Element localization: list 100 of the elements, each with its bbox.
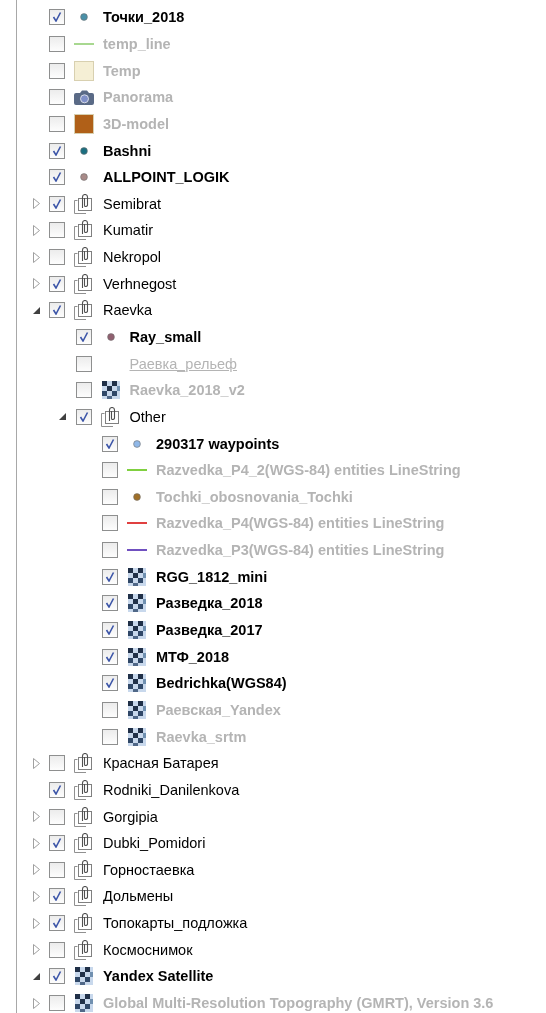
stacked-pages-icon [100, 406, 121, 427]
checker-icon [128, 594, 146, 613]
layer-name[interactable]: Bashni [103, 142, 152, 159]
stacked-pages-icon [74, 859, 94, 880]
expand-arrow-icon[interactable] [32, 811, 40, 823]
checkbox[interactable] [49, 9, 65, 26]
checkbox[interactable] [49, 781, 65, 798]
stacked-pages-icon [74, 753, 94, 774]
expand-arrow-icon[interactable] [32, 757, 40, 769]
layer-name[interactable]: Rodniki_Danilenkova [103, 781, 240, 798]
check-mark-icon [52, 12, 62, 23]
checkbox[interactable] [102, 728, 118, 745]
checkbox[interactable] [102, 435, 118, 452]
expand-arrow-icon[interactable] [32, 837, 40, 849]
checkbox[interactable] [49, 755, 65, 772]
checkbox[interactable] [49, 808, 65, 825]
collapse-arrow-icon[interactable] [32, 306, 40, 314]
checkbox[interactable] [75, 408, 92, 425]
layer-name[interactable]: Космоснимок [103, 941, 193, 958]
layer-name[interactable]: Verhnegost [103, 275, 177, 292]
checkbox[interactable] [102, 675, 118, 692]
layer-name[interactable]: 290317 waypoints [156, 435, 280, 452]
checkbox[interactable] [102, 701, 118, 718]
expand-arrow-icon[interactable] [32, 944, 40, 956]
checker-icon [75, 967, 93, 986]
layer-name[interactable]: Разведка_2018 [156, 595, 263, 612]
layer-name[interactable]: Точки_2018 [103, 9, 185, 26]
checkbox[interactable] [49, 35, 65, 52]
checkbox[interactable] [102, 568, 118, 585]
layer-name[interactable]: RGG_1812_mini [156, 568, 268, 585]
check-mark-icon [78, 332, 89, 342]
checkbox[interactable] [102, 462, 118, 479]
checkbox[interactable] [102, 595, 118, 612]
checker-icon [128, 674, 146, 693]
check-mark-icon [105, 571, 115, 582]
layer-name[interactable]: МТФ_2018 [156, 648, 230, 665]
checkbox[interactable] [102, 488, 118, 505]
layer-name[interactable]: Горностаевка [103, 861, 195, 878]
layer-name[interactable]: Топокарты_подложка [103, 915, 248, 932]
expand-arrow-icon[interactable] [32, 890, 40, 902]
checkbox[interactable] [49, 968, 65, 985]
layer-name[interactable]: Raevka [103, 302, 153, 319]
layer-name[interactable]: Ray_small [129, 329, 202, 345]
collapse-arrow-icon[interactable] [59, 413, 66, 421]
layer-name[interactable]: Дольмены [103, 888, 174, 905]
checkbox[interactable] [49, 888, 65, 905]
expand-arrow-icon[interactable] [32, 198, 40, 210]
checkbox[interactable] [49, 302, 65, 319]
checkbox[interactable] [75, 355, 92, 372]
expand-arrow-icon[interactable] [32, 864, 40, 876]
stacked-pages-icon [74, 939, 94, 960]
checkbox[interactable] [75, 382, 92, 399]
layer-name[interactable]: Kumatir [103, 222, 153, 239]
layer-name[interactable]: Semibrat [103, 195, 162, 212]
checker-icon [128, 700, 146, 719]
check-mark-icon [52, 198, 62, 209]
layer-name[interactable]: ALLPOINT_LOGIK [103, 169, 230, 186]
layer-name[interactable]: Разведка_2017 [156, 622, 263, 639]
checkbox[interactable] [49, 89, 65, 106]
checkbox[interactable] [75, 329, 92, 345]
check-mark-icon [105, 651, 115, 662]
checkbox[interactable] [49, 195, 65, 212]
checkbox[interactable] [49, 861, 65, 878]
checkbox[interactable] [49, 915, 65, 932]
layer-name[interactable]: Nekropol [103, 249, 162, 266]
expand-arrow-icon[interactable] [32, 997, 40, 1009]
checkbox[interactable] [49, 835, 65, 852]
layer-name[interactable]: Other [129, 408, 166, 425]
checkbox[interactable] [102, 622, 118, 639]
layer-name[interactable]: Красная Батарея [103, 755, 219, 772]
check-mark-icon [105, 678, 115, 689]
check-mark-icon [105, 438, 115, 449]
expand-arrow-icon[interactable] [32, 278, 40, 290]
stacked-pages-icon [74, 247, 94, 268]
expand-arrow-icon[interactable] [32, 917, 40, 929]
checkbox[interactable] [49, 222, 65, 239]
checkbox[interactable] [49, 995, 65, 1011]
checkbox[interactable] [49, 275, 65, 292]
checkbox[interactable] [49, 169, 65, 186]
checker-icon [128, 727, 146, 746]
checkbox[interactable] [49, 142, 65, 159]
stacked-pages-icon [74, 273, 94, 294]
checkbox[interactable] [102, 542, 118, 559]
check-mark-icon [52, 305, 62, 316]
expand-arrow-icon[interactable] [32, 251, 40, 263]
checkbox[interactable] [49, 62, 65, 79]
checkbox[interactable] [102, 648, 118, 665]
expand-arrow-icon[interactable] [32, 224, 40, 236]
checkbox[interactable] [49, 115, 65, 132]
checkbox[interactable] [49, 941, 65, 958]
check-mark-icon [52, 172, 62, 183]
checkbox[interactable] [102, 515, 118, 532]
collapse-arrow-icon[interactable] [32, 972, 40, 980]
checkbox[interactable] [49, 249, 65, 266]
layer-name[interactable]: Bedrichka(WGS84) [156, 675, 287, 692]
stacked-pages-icon [74, 220, 94, 241]
layer-name[interactable]: Yandex Satellite [103, 968, 214, 985]
layer-name[interactable]: Dubki_Pomidori [103, 835, 206, 852]
layer-name[interactable]: Gorgipia [103, 808, 158, 825]
check-mark-icon [52, 784, 62, 795]
